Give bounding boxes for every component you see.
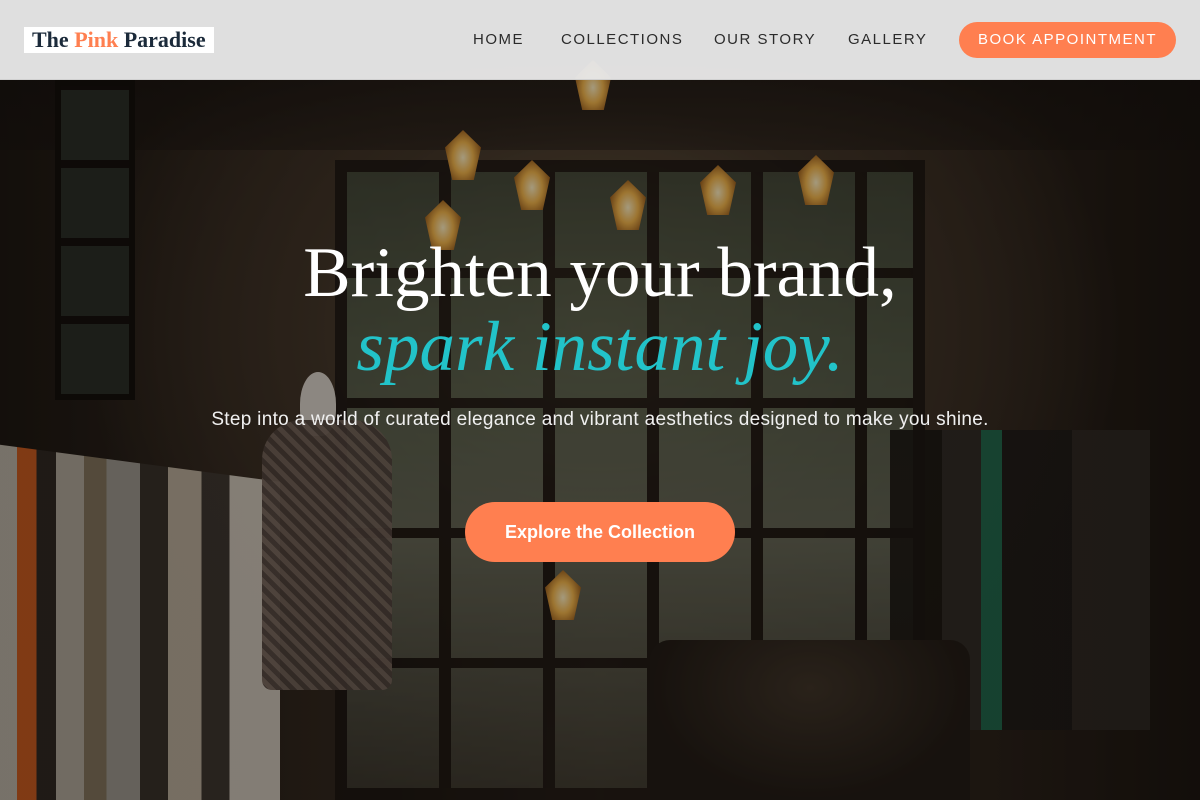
site-header: The Pink Paradise HOME COLLECTIONS OUR S… [0, 0, 1200, 80]
nav-collections[interactable]: COLLECTIONS [561, 31, 683, 48]
logo-text-start: The [32, 27, 75, 52]
explore-collection-button[interactable]: Explore the Collection [465, 502, 735, 562]
hero-subtitle: Step into a world of curated elegance an… [211, 409, 989, 430]
hero-overlay [0, 0, 1200, 800]
nav-our-story[interactable]: OUR STORY [714, 31, 816, 48]
book-appointment-button[interactable]: BOOK APPOINTMENT [959, 22, 1176, 58]
logo-text-end: Paradise [118, 27, 206, 52]
hero-title-line1: Brighten your brand, [303, 234, 897, 312]
site-logo[interactable]: The Pink Paradise [24, 27, 214, 53]
hero-background-image [0, 0, 1200, 800]
hero-title-line2: spark instant joy. [356, 308, 844, 386]
logo-text-accent: Pink [74, 27, 119, 52]
nav-gallery[interactable]: GALLERY [848, 31, 927, 48]
hero-title: Brighten your brand, spark instant joy. [0, 236, 1200, 384]
nav-home[interactable]: HOME [473, 31, 524, 48]
